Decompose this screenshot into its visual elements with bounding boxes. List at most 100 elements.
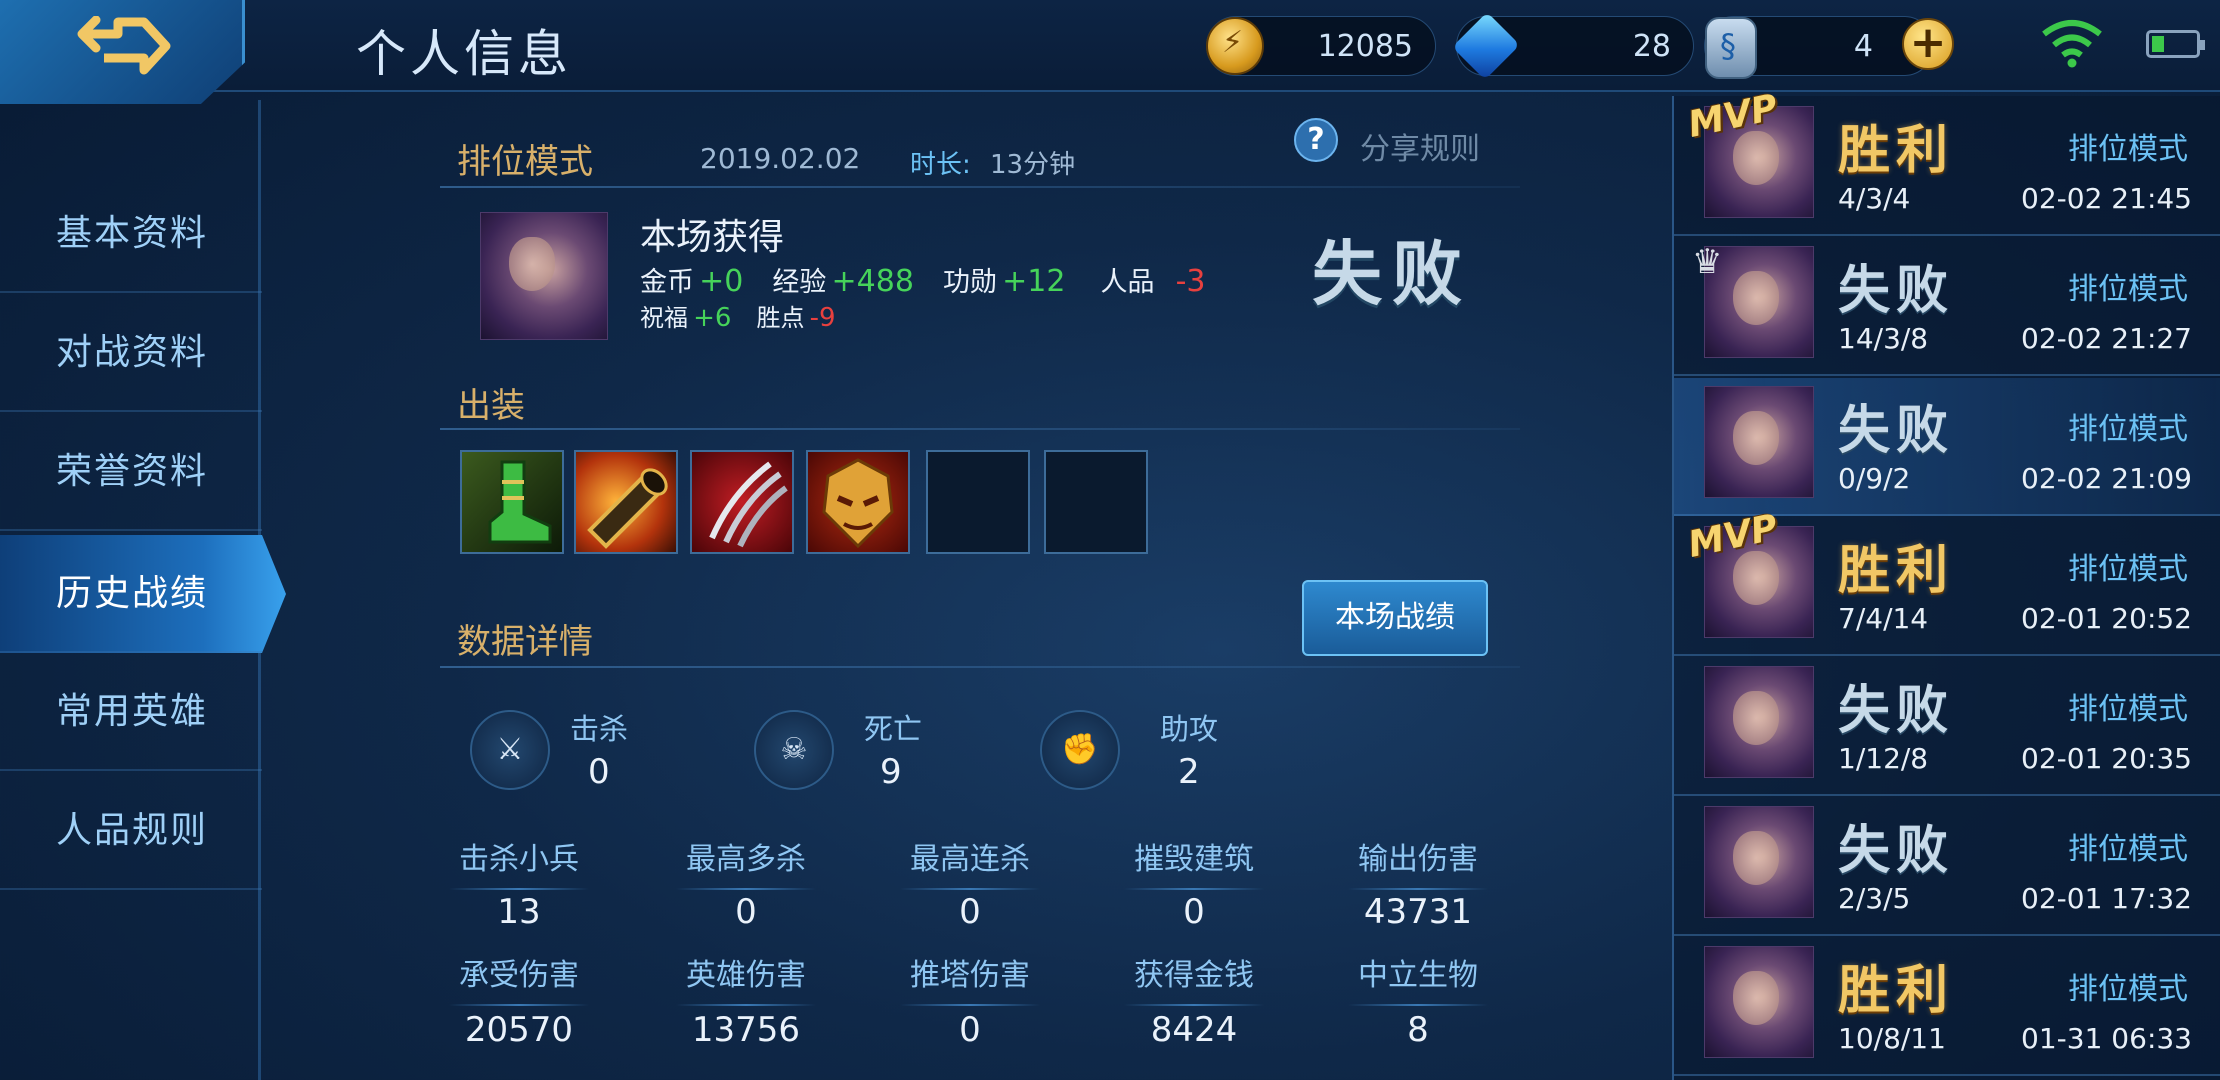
kill-icon: ⚔ [470, 710, 550, 790]
item-slot-3[interactable] [690, 450, 794, 554]
match-stats-button[interactable]: 本场战绩 [1302, 580, 1488, 656]
stat-label-max-killstreak: 最高连杀 [870, 834, 1070, 890]
horn-icon [587, 468, 668, 549]
item-slot-5-empty[interactable] [926, 450, 1030, 554]
death-value: 9 [880, 752, 902, 792]
rewards-row-1: 金币 +0 经验 +488 功勋 +12 人品 -3 [640, 260, 1206, 299]
coupon-value: 4 [1853, 29, 1873, 64]
points-reward-value: -9 [809, 303, 836, 333]
stat-value-damage-taken: 20570 [464, 1010, 574, 1050]
skull-icon: ☠ [754, 710, 834, 790]
history-item[interactable]: 失败 排位模式 2/3/5 02-01 17:32 [1674, 798, 2220, 936]
rewards-row-2: 祝福 +6 胜点 -9 [640, 298, 836, 333]
assist-label: 助攻 [1160, 712, 1219, 746]
divider [440, 428, 1520, 430]
rewards-title: 本场获得 [640, 217, 785, 258]
result-text: 胜利 [1838, 541, 1955, 601]
stat-value-buildings-destroyed: 0 [1183, 892, 1205, 932]
history-item[interactable]: 失败 排位模式 1/12/8 02-01 20:35 [1674, 658, 2220, 796]
coupon-icon [1705, 17, 1757, 79]
divider [440, 186, 1520, 188]
match-mode: 排位模式 [457, 142, 593, 182]
time-text: 02-01 20:35 [2021, 742, 2192, 775]
karma-reward-label: 人品 [1100, 267, 1155, 298]
kda-text: 10/8/11 [1838, 1022, 1946, 1055]
match-history-list: MVP 胜利 排位模式 4/3/4 02-02 21:45 ♛ 失败 排位模式 … [1672, 87, 2220, 1080]
history-item-selected[interactable]: 失败 排位模式 0/9/2 02-02 21:09 [1674, 378, 2220, 516]
hero-portrait [1704, 666, 1814, 778]
item-slot-2[interactable] [574, 450, 678, 554]
stat-value-tower-damage: 0 [959, 1010, 981, 1050]
match-duration: 13分钟 [990, 150, 1076, 180]
gold-value: 12085 [1317, 29, 1413, 64]
assist-value: 2 [1178, 752, 1200, 792]
result-text: 失败 [1838, 821, 1955, 881]
share-rules-link[interactable]: 分享规则 [1360, 124, 1480, 168]
bless-reward-label: 祝福 [640, 304, 688, 332]
nav-item-karma-rules[interactable]: 人品规则 [0, 772, 262, 890]
hero-portrait [1704, 946, 1814, 1058]
exp-reward-label: 经验 [772, 267, 827, 298]
recharge-plus-button[interactable]: + [1902, 18, 1954, 70]
stat-label-neutral-creeps: 中立生物 [1318, 950, 1518, 1006]
time-text: 02-01 20:52 [2021, 602, 2192, 635]
result-text: 失败 [1838, 261, 1955, 321]
kill-value: 0 [588, 752, 610, 792]
diamond-counter: 28 [1452, 12, 1694, 80]
nav-item-battle-data[interactable]: 对战资料 [0, 294, 262, 412]
mask-icon [822, 458, 894, 549]
history-item[interactable]: 胜利 排位模式 10/8/11 01-31 06:33 [1674, 938, 2220, 1076]
stat-value-damage-dealt: 43731 [1363, 892, 1473, 932]
stat-value-max-multikill: 0 [735, 892, 757, 932]
kda-text: 1/12/8 [1838, 742, 1929, 775]
hero-portrait [1704, 386, 1814, 498]
mode-text: 排位模式 [2068, 272, 2188, 307]
gold-reward-value: +0 [699, 264, 744, 299]
stat-value-max-killstreak: 0 [959, 892, 981, 932]
stat-label-tower-damage: 推塔伤害 [870, 950, 1070, 1006]
match-date: 2019.02.02 [700, 142, 861, 175]
time-text: 02-02 21:45 [2021, 182, 2192, 215]
points-reward-label: 胜点 [756, 304, 805, 332]
item-slot-1[interactable] [460, 450, 564, 554]
result-text: 胜利 [1838, 121, 1955, 181]
death-label: 死亡 [864, 712, 923, 746]
stat-value-neutral-creeps: 8 [1407, 1010, 1429, 1050]
stat-value-hero-damage: 13756 [691, 1010, 801, 1050]
history-item[interactable]: MVP 胜利 排位模式 4/3/4 02-02 21:45 [1674, 87, 2220, 236]
help-icon[interactable]: ? [1294, 118, 1338, 162]
kda-text: 4/3/4 [1838, 182, 1911, 215]
detail-title: 数据详情 [457, 622, 593, 662]
back-button[interactable] [0, 0, 245, 104]
time-text: 02-01 17:32 [2021, 882, 2192, 915]
item-slot-6-empty[interactable] [1044, 450, 1148, 554]
gold-counter: 12085 [1206, 16, 1436, 76]
time-text: 02-02 21:09 [2021, 462, 2192, 495]
nav-item-honor-data[interactable]: 荣誉资料 [0, 413, 262, 531]
gold-coin-icon [1206, 17, 1264, 75]
kda-text: 2/3/5 [1838, 882, 1911, 915]
nav-item-match-history[interactable]: 历史战绩 [0, 535, 286, 653]
equipment-title: 出装 [457, 386, 525, 426]
boots-icon [488, 460, 552, 544]
crown-icon: ♛ [1692, 242, 1723, 282]
hero-portrait [480, 212, 608, 340]
assist-icon: ✊ [1040, 710, 1120, 790]
karma-reward-value: -3 [1175, 264, 1206, 299]
battery-icon [2146, 30, 2205, 58]
back-arrow-icon [77, 16, 171, 75]
stat-label-gold-earned: 获得金钱 [1094, 950, 1294, 1006]
mode-text: 排位模式 [2068, 132, 2188, 167]
mode-text: 排位模式 [2068, 972, 2188, 1007]
divider [440, 666, 1520, 668]
nav-item-basic-info[interactable]: 基本资料 [0, 175, 262, 293]
history-item[interactable]: ♛ 失败 排位模式 14/3/8 02-02 21:27 [1674, 238, 2220, 376]
duration-label: 时长: [910, 150, 971, 180]
item-slot-4[interactable] [806, 450, 910, 554]
nav-item-common-heroes[interactable]: 常用英雄 [0, 653, 262, 771]
result-text: 失败 [1838, 681, 1955, 741]
history-item[interactable]: MVP 胜利 排位模式 7/4/14 02-01 20:52 [1674, 507, 2220, 656]
exp-reward-value: +488 [831, 264, 914, 299]
match-result: 失败 [1312, 233, 1472, 315]
mode-text: 排位模式 [2068, 552, 2188, 587]
